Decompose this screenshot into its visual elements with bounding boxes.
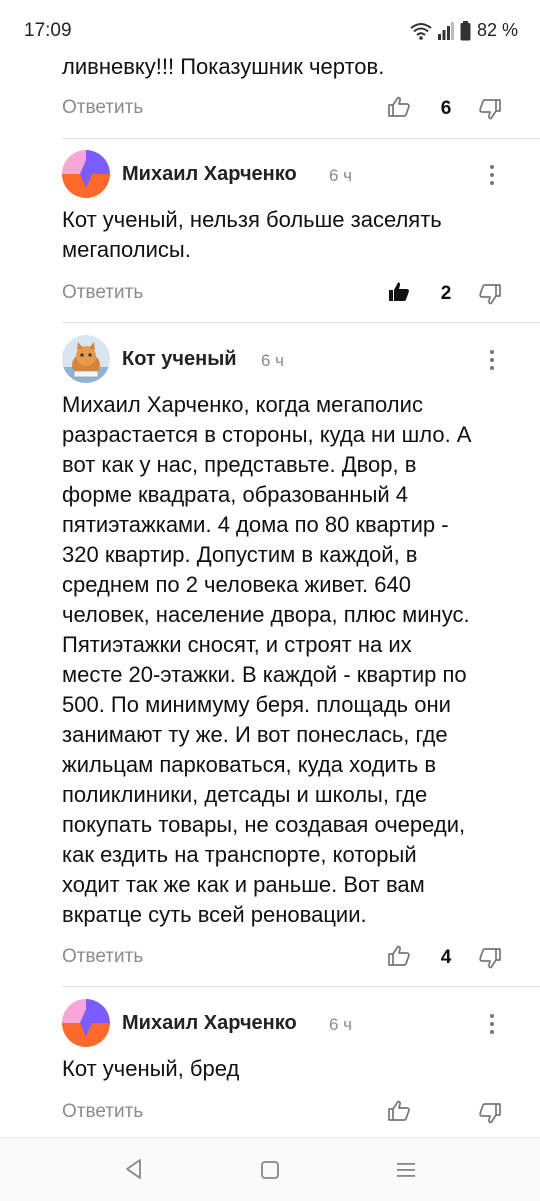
comment-line: 500. По минимуму беря. площадь они — [62, 692, 451, 717]
comment-line: месте 20-этажки. В каждой - квартир по — [62, 662, 467, 687]
comment-line: пятиэтажками. 4 дома по 80 квартир - — [62, 512, 449, 537]
vote-count: 4 — [440, 947, 452, 968]
comment-line: жильцам парковаться, куда ходить в — [62, 752, 437, 777]
comment-line: 320 квартир. Допустим в каждой, в — [62, 542, 418, 567]
comment-time: 6 ч — [261, 351, 285, 370]
status-time: 17:09 — [24, 20, 72, 41]
back-nav-icon[interactable] — [124, 1158, 144, 1185]
comment-line: поликлиники, детсады и школы, где — [62, 782, 428, 807]
comment-text: Кот ученый, бред — [62, 1056, 240, 1081]
battery-icon — [460, 20, 471, 41]
vote-count: 2 — [440, 283, 452, 304]
thumbs-down-icon[interactable] — [478, 946, 502, 970]
more-vertical-icon[interactable] — [488, 164, 496, 191]
reply-button[interactable]: Ответить — [62, 946, 143, 968]
author-name[interactable]: Михаил Харченко — [122, 1012, 297, 1035]
comment-line: Михаил Харченко, когда мегаполис — [62, 392, 423, 417]
reply-button[interactable]: Ответить — [62, 1101, 143, 1123]
comment-line: человек, население двора, плюс минус. — [62, 602, 470, 627]
author-name[interactable]: Кот ученый — [122, 348, 237, 371]
comment-line: ходит так же как и раньше. Вот вам — [62, 872, 425, 897]
comment-text: Михаил Харченко, когда мегаполис разраста… — [62, 390, 532, 930]
divider — [62, 138, 540, 139]
status-icons: 82 % — [410, 20, 518, 41]
signal-icon — [437, 21, 454, 40]
wifi-icon — [410, 22, 432, 40]
thumbs-down-icon[interactable] — [478, 97, 502, 121]
reply-button[interactable]: Ответить — [62, 97, 143, 119]
comment-text: ливневку!!! Показушник чертов. — [62, 54, 385, 79]
thumbs-up-icon[interactable] — [387, 944, 411, 968]
more-vertical-icon[interactable] — [488, 1013, 496, 1040]
comment-line: вот как у нас, представьте. Двор, в — [62, 452, 417, 477]
avatar[interactable] — [62, 335, 110, 383]
system-navigation-bar — [0, 1137, 540, 1201]
recents-nav-icon[interactable] — [396, 1160, 416, 1185]
comment-time: 6 ч — [329, 166, 353, 185]
comment-line: как ездить на транспорте, который — [62, 842, 417, 867]
comment-line: разрастается в стороны, куда ни шло. А — [62, 422, 472, 447]
more-vertical-icon[interactable] — [488, 349, 496, 376]
author-name[interactable]: Михаил Харченко — [122, 163, 297, 186]
reply-button[interactable]: Ответить — [62, 282, 143, 304]
divider — [62, 986, 540, 987]
thumbs-up-icon[interactable] — [387, 280, 411, 304]
thumbs-down-icon[interactable] — [478, 282, 502, 306]
comment-line: Пятиэтажки сносят, и строят на их — [62, 632, 412, 657]
status-bar: 17:09 82 % — [0, 0, 540, 56]
comment-line: занимают ту же. И вот понеслась, где — [62, 722, 448, 747]
avatar[interactable] — [62, 150, 110, 198]
comment-line: мегаполисы. — [62, 237, 191, 262]
comment-line: вкратце суть всей реновации. — [62, 902, 367, 927]
battery-percent: 82 % — [476, 20, 518, 40]
avatar[interactable] — [62, 999, 110, 1047]
thumbs-down-icon[interactable] — [478, 1101, 502, 1125]
comment-time: 6 ч — [329, 1015, 353, 1034]
comment-line: форме квадрата, образованный 4 — [62, 482, 409, 507]
vote-count: 6 — [440, 98, 452, 119]
comment-line: покупать товары, не создавая очереди, — [62, 812, 466, 837]
home-nav-icon[interactable] — [260, 1160, 280, 1185]
comment-text: Кот ученый, нельзя больше заселять мегап… — [62, 205, 442, 265]
comment-line: среднем по 2 человека живет. 640 — [62, 572, 411, 597]
divider — [62, 322, 540, 323]
thumbs-up-icon[interactable] — [387, 1099, 411, 1123]
thumbs-up-icon[interactable] — [387, 95, 411, 119]
comment-line: Кот ученый, нельзя больше заселять — [62, 207, 442, 232]
